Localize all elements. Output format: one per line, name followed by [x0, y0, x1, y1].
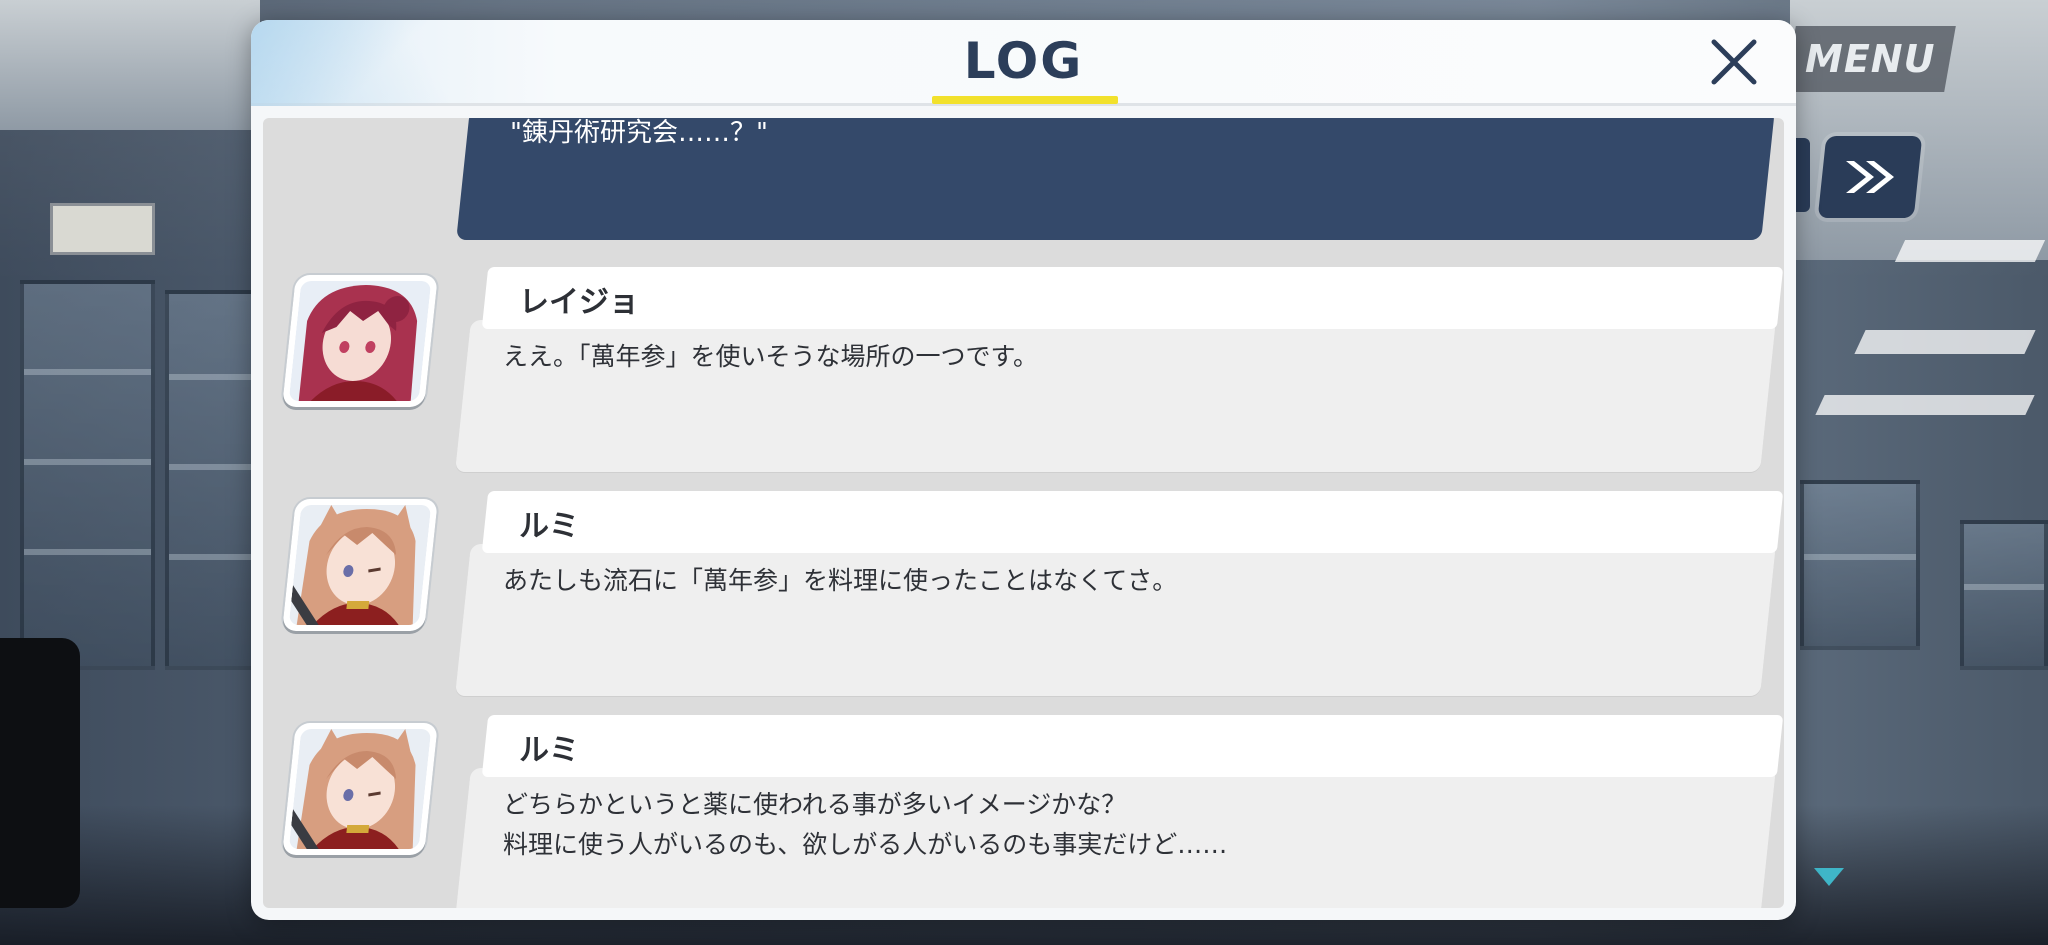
ceiling-light [1854, 330, 2036, 354]
lab-shelf [1800, 480, 1920, 650]
rumi-portrait-art [288, 505, 432, 625]
log-title: LOG [963, 32, 1084, 90]
reijo-portrait [282, 275, 438, 407]
message-text: どちらかというと薬に使われる事が多いイメージかな？ 料理に使う人がいるのも、欲し… [503, 790, 1228, 859]
fast-forward-icon [1846, 161, 1894, 193]
lab-shelf [20, 280, 155, 670]
rumi-portrait [282, 723, 438, 855]
close-button[interactable] [1706, 34, 1762, 90]
name-tab [481, 715, 1784, 777]
scroll-down-indicator-icon [1814, 868, 1844, 886]
lab-shelf [165, 290, 255, 670]
rumi-portrait-art [288, 729, 432, 849]
ceiling-light [1815, 395, 2035, 415]
log-panel: LOG "錬丹術研究会……？" レイジョ ええ。「萬年参」を使いそうな場所の一つ… [251, 20, 1796, 920]
wall-plaque [50, 203, 155, 255]
narration-text: "錬丹術研究会……？" [510, 118, 768, 148]
fast-forward-button[interactable] [1817, 136, 1923, 218]
message-text: あたしも流石に「萬年参」を料理に使ったことはなくてさ。 [503, 566, 1178, 595]
ceiling-left [0, 0, 260, 130]
reijo-portrait-art [288, 281, 432, 401]
speaker-name: ルミ [519, 733, 579, 768]
speaker-name: レイジョ [519, 285, 639, 320]
name-tab [481, 491, 1784, 553]
lab-shelf [1960, 520, 2048, 670]
title-underline [932, 96, 1118, 104]
menu-label: MENU [1804, 37, 1936, 81]
close-icon [1711, 39, 1757, 85]
speaker-name: ルミ [519, 509, 579, 544]
message-text: ええ。「萬年参」を使いそうな場所の一つです。 [503, 342, 1039, 371]
log-scroll-area[interactable]: "錬丹術研究会……？" レイジョ ええ。「萬年参」を使いそうな場所の一つです。 [263, 118, 1784, 908]
name-tab [481, 267, 1784, 329]
menu-button[interactable]: MENU [1784, 26, 1956, 92]
rumi-portrait [282, 499, 438, 631]
ceiling-light [1894, 240, 2046, 262]
left-dark-panel [0, 638, 80, 908]
log-header: LOG [251, 20, 1796, 106]
